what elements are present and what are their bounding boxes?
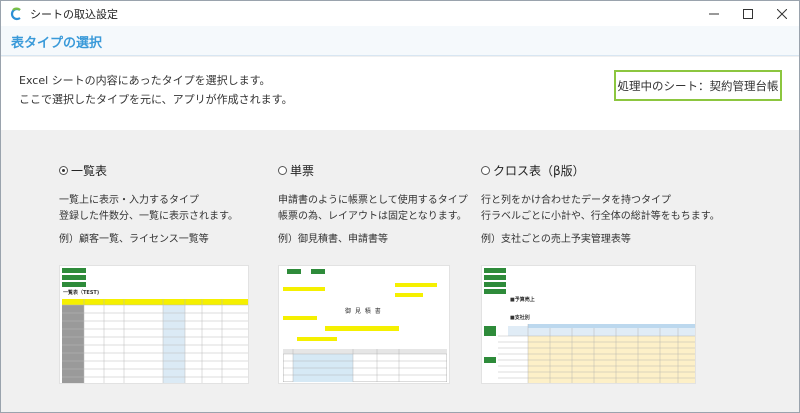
option-description: 帳票の為、レイアウトは固定となります。 bbox=[278, 211, 467, 222]
title-bar: シートの取込設定 bbox=[1, 1, 799, 26]
option-example: 例）顧客一覧、ライセンス一覧等 bbox=[59, 234, 209, 245]
preview-title: 一覧表（TEST) bbox=[63, 290, 100, 296]
preview-button bbox=[484, 275, 506, 280]
section-header: 表タイプの選択 bbox=[1, 26, 799, 56]
minimize-icon[interactable] bbox=[697, 1, 731, 26]
radio-unselected-icon[interactable] bbox=[278, 165, 287, 175]
preview-button bbox=[62, 282, 86, 287]
option-head[interactable]: 一覧表 bbox=[59, 161, 289, 179]
window-title: シートの取込設定 bbox=[30, 7, 118, 21]
maximize-icon[interactable] bbox=[731, 1, 765, 26]
option-example: 例）御見積書、申請書等 bbox=[278, 234, 388, 245]
cross-table-preview-image[interactable]: ■予算売上 ■支社別 bbox=[481, 265, 696, 384]
single-form-preview-image[interactable]: 御 見 積 書 bbox=[278, 265, 450, 384]
list-table-preview-image[interactable]: 一覧表（TEST) bbox=[59, 265, 249, 384]
radio-selected-icon[interactable] bbox=[59, 165, 68, 175]
description-line-1: Excel シートの内容にあったタイプを選択します。 bbox=[19, 74, 271, 87]
preview-field bbox=[325, 326, 399, 331]
option-list-table[interactable]: 一覧表 一覧上に表示・入力するタイプ 登録した件数分、一覧に表示されます。 例）… bbox=[59, 161, 289, 246]
preview-subtitle: ■支社別 bbox=[510, 315, 530, 321]
option-label[interactable]: 単票 bbox=[290, 162, 314, 179]
preview-grid bbox=[283, 349, 447, 382]
option-description: 申請書のように帳票として使用するタイプ bbox=[278, 195, 468, 206]
preview-button bbox=[62, 268, 86, 273]
preview-field bbox=[297, 337, 337, 341]
preview-button bbox=[484, 282, 506, 287]
current-sheet-badge: 処理中のシート：契約管理台帳 bbox=[614, 70, 782, 101]
preview-field bbox=[283, 316, 317, 320]
import-settings-window: シートの取込設定 表タイプの選択 Excel シートの内容にあったタイプを選択し… bbox=[0, 0, 800, 413]
option-head[interactable]: クロス表（β版） bbox=[481, 161, 711, 179]
option-description: 登録した件数分、一覧に表示されます。 bbox=[59, 211, 238, 222]
option-description: 行と列をかけ合わせたデータを持つタイプ bbox=[481, 195, 671, 206]
option-head[interactable]: 単票 bbox=[278, 161, 508, 179]
preview-title: 御 見 積 書 bbox=[345, 308, 382, 315]
preview-title: ■予算売上 bbox=[510, 297, 535, 303]
option-description: 一覧上に表示・入力するタイプ bbox=[59, 195, 199, 206]
close-icon[interactable] bbox=[765, 1, 799, 26]
preview-button bbox=[62, 275, 86, 280]
preview-button bbox=[311, 269, 325, 274]
option-example: 例）支社ごとの売上予実管理表等 bbox=[481, 234, 631, 245]
preview-field bbox=[283, 287, 325, 291]
option-cross-table[interactable]: クロス表（β版） 行と列をかけ合わせたデータを持つタイプ 行ラベルごとに小計や、… bbox=[481, 161, 720, 246]
radio-unselected-icon[interactable] bbox=[481, 165, 490, 175]
preview-field bbox=[395, 283, 437, 287]
preview-grid bbox=[62, 299, 248, 383]
description-line-2: ここで選択したタイプを元に、アプリが作成されます。 bbox=[19, 93, 293, 106]
preview-button bbox=[484, 289, 506, 294]
preview-button bbox=[287, 269, 301, 274]
description-panel: Excel シートの内容にあったタイプを選択します。 ここで選択したタイプを元に… bbox=[1, 57, 799, 130]
option-label[interactable]: クロス表（β版） bbox=[493, 162, 585, 179]
preview-field bbox=[395, 293, 423, 297]
preview-grid bbox=[484, 324, 695, 383]
option-label[interactable]: 一覧表 bbox=[71, 162, 107, 179]
section-title: 表タイプの選択 bbox=[11, 36, 103, 51]
option-description: 行ラベルごとに小計や、行全体の総計等をもちます。 bbox=[481, 211, 720, 222]
preview-button bbox=[484, 268, 506, 273]
app-logo-icon bbox=[9, 7, 23, 21]
option-single-form[interactable]: 単票 申請書のように帳票として使用するタイプ 帳票の為、レイアウトは固定となりま… bbox=[278, 161, 508, 246]
